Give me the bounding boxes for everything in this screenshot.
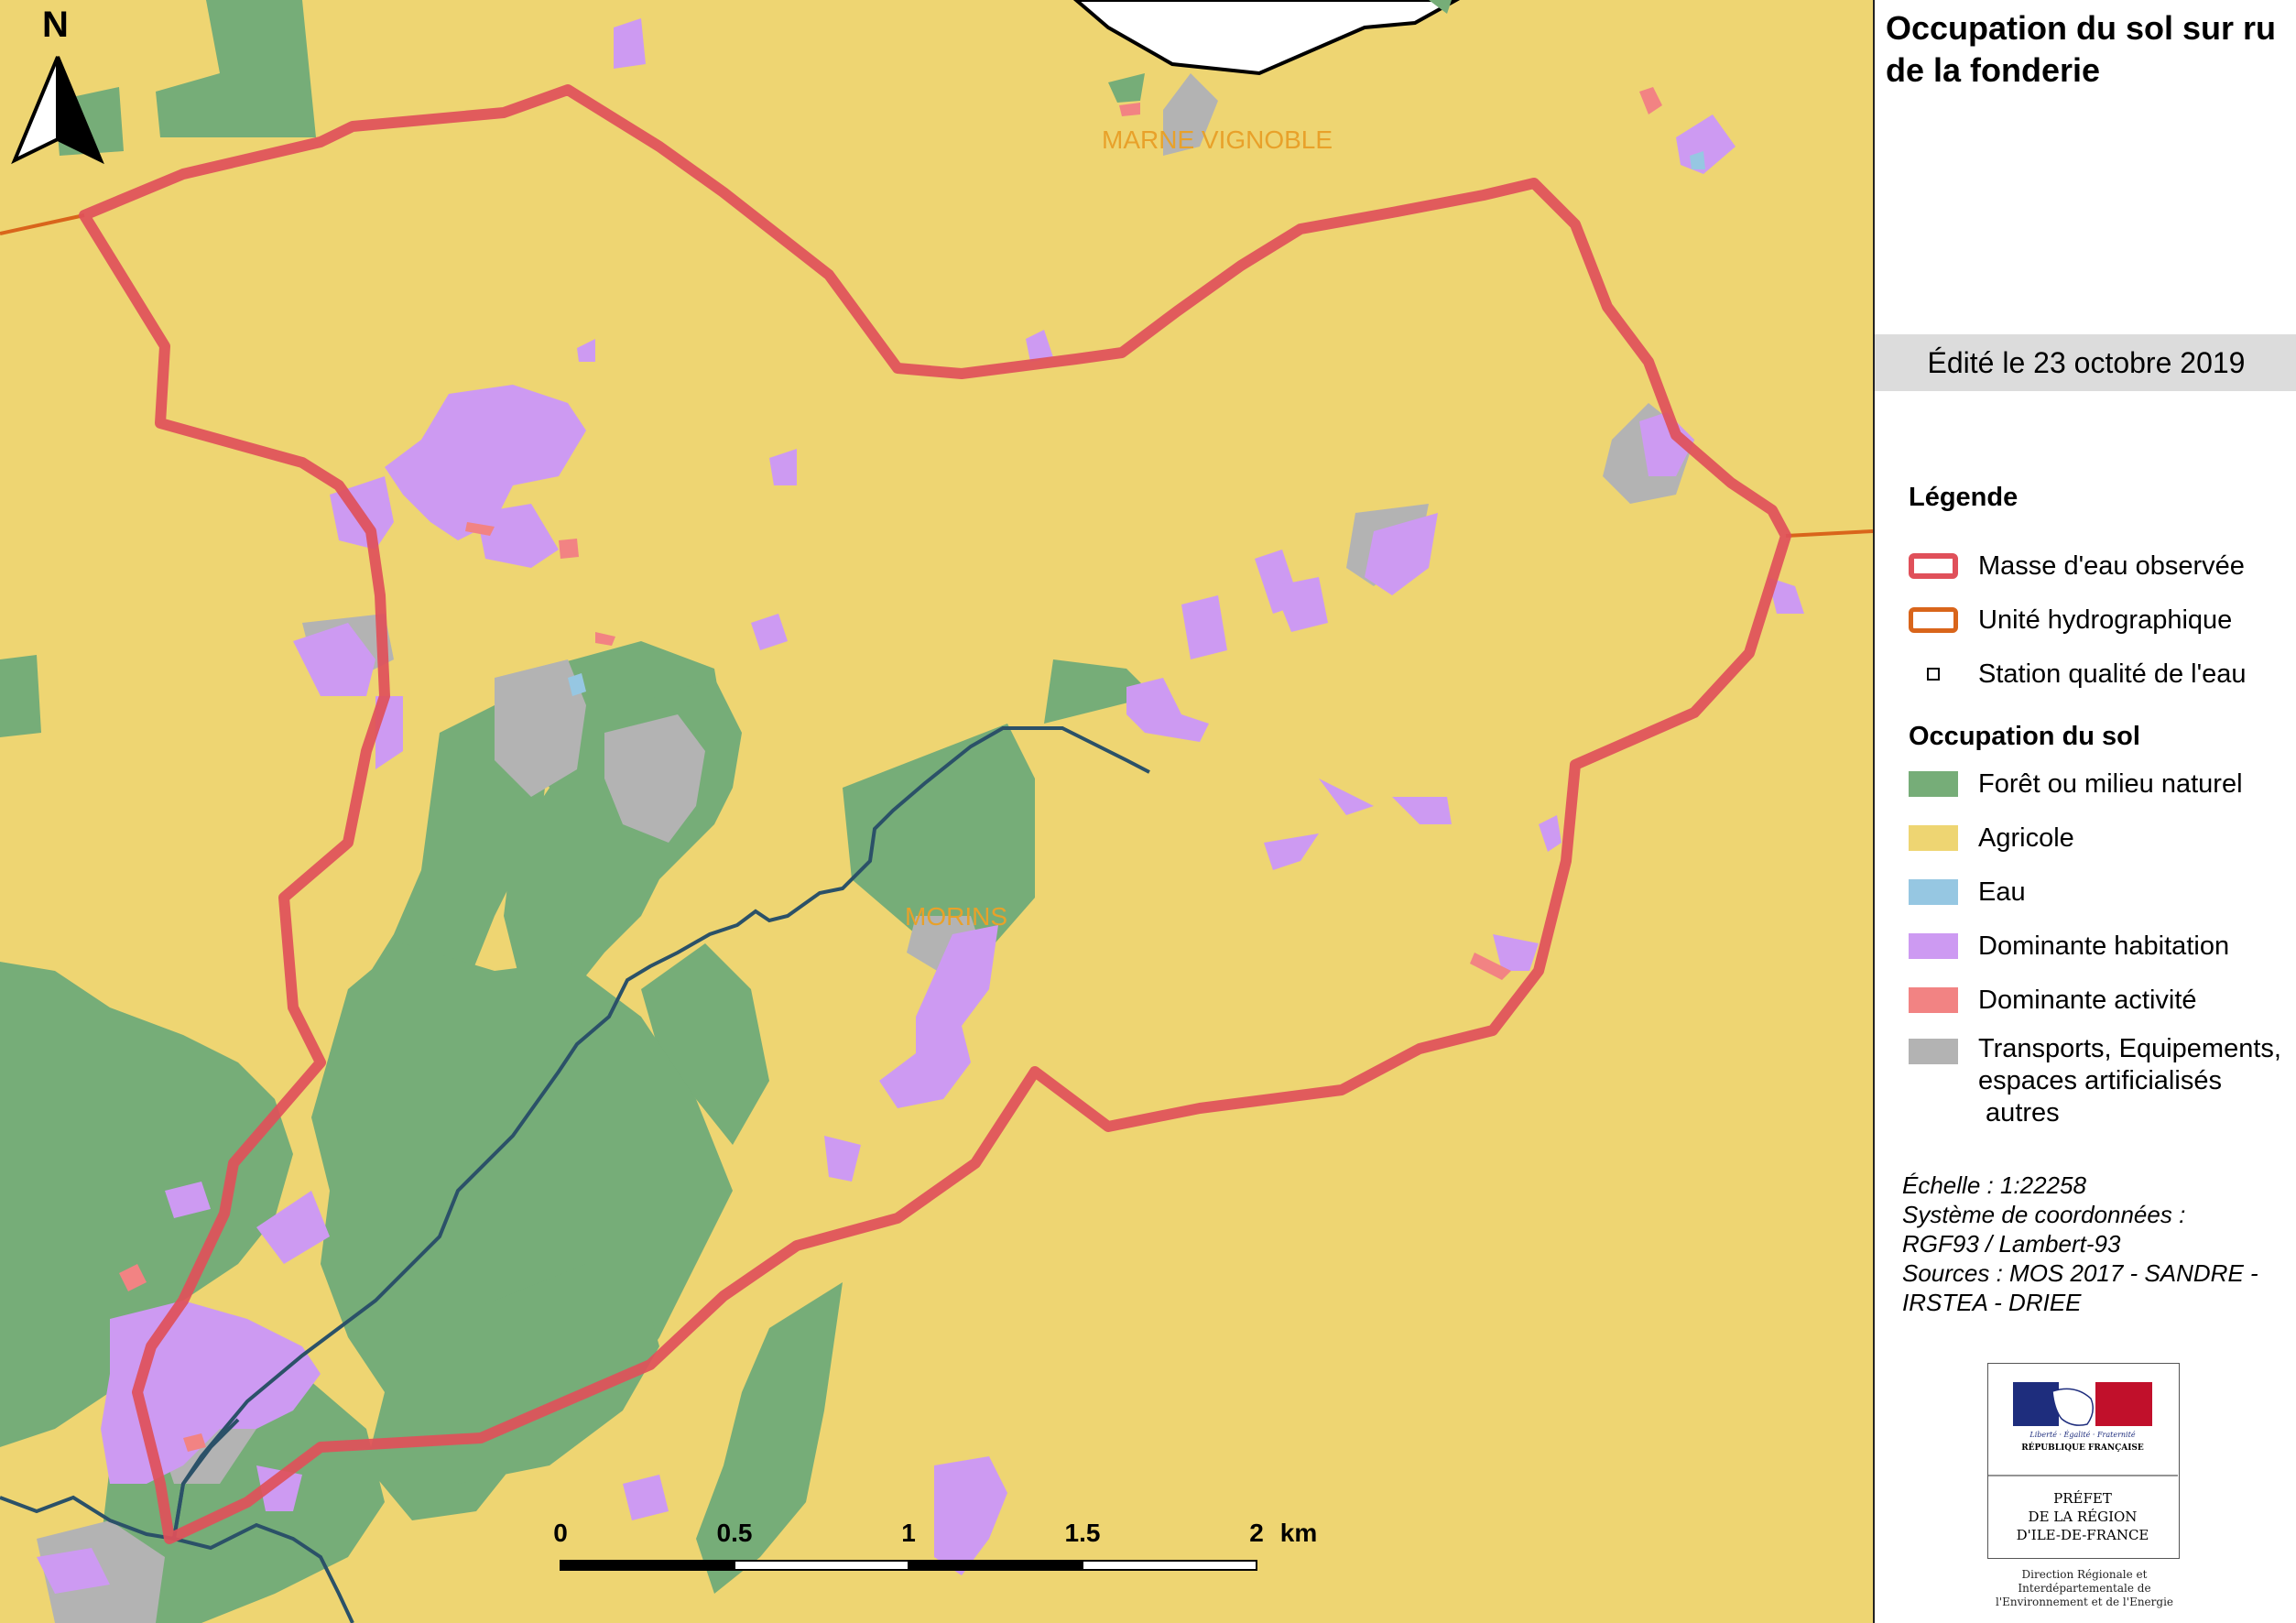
legend-item-activite: Dominante activité [1909, 980, 2197, 1020]
north-label: N [42, 5, 69, 45]
legend-item-agricole: Agricole [1909, 818, 2074, 858]
legend-label: Dominante habitation [1978, 931, 2230, 961]
logo-prefect-line: D'ILE-DE-FRANCE [2017, 1527, 2149, 1543]
map-canvas[interactable]: MARNE VIGNOBLE MORINS N 0 0.5 1 1.5 2 km [0, 0, 1873, 1623]
legend-label: Station qualité de l'eau [1978, 659, 2247, 689]
legend-item-eau: Eau [1909, 872, 2026, 912]
legend-label: Eau [1978, 877, 2026, 907]
legend-item-transports: Transports, Equipements, espaces artifici… [1909, 1033, 2281, 1134]
legend-label: Masse d'eau observée [1978, 550, 2245, 581]
scale-tick-label: 2 [1249, 1519, 1264, 1547]
scale-text: Échelle : 1:22258 [1902, 1171, 2086, 1199]
legend-label: Dominante activité [1978, 985, 2197, 1015]
crs-label: Système de coordonnées : [1902, 1201, 2186, 1228]
legend-item-unite-hydro: Unité hydrographique [1909, 600, 2232, 640]
crs-text: RGF93 / Lambert-93 [1902, 1230, 2121, 1258]
logo-caption: Direction Régionale et Interdépartementa… [1995, 1568, 2174, 1608]
logo-motto: Liberté · Égalité · Fraternité [2029, 1431, 2135, 1439]
legend-heading: Légende [1909, 483, 2019, 512]
legend-swatch [1909, 661, 1958, 687]
legend-label: Agricole [1978, 822, 2074, 853]
legend-swatch [1909, 553, 1958, 579]
sources-text: Sources : MOS 2017 - SANDRE - IRSTEA - D… [1902, 1259, 2258, 1316]
prefet-logo: Liberté · Égalité · Fraternité RÉPUBLIQU… [1987, 1363, 2180, 1559]
legend-item-station: Station qualité de l'eau [1909, 654, 2247, 694]
flag-red [2095, 1382, 2152, 1426]
scale-unit: km [1280, 1519, 1317, 1547]
landuse-heading: Occupation du sol [1909, 722, 2140, 751]
marianne-logo: Liberté · Égalité · Fraternité RÉPUBLIQU… [1988, 1382, 2178, 1543]
legend-item-masse-eau: Masse d'eau observée [1909, 546, 2245, 586]
scale-tick-label: 1 [901, 1519, 916, 1547]
logo-republic: RÉPUBLIQUE FRANÇAISE [2021, 1442, 2144, 1453]
scale-tick-label: 0.5 [717, 1519, 753, 1547]
legend-label-line: espaces artificialisés [1978, 1066, 2222, 1095]
forest-patch [0, 655, 41, 737]
scale-tick-label: 1.5 [1065, 1519, 1101, 1547]
legend-item-habitation: Dominante habitation [1909, 926, 2229, 966]
legend-swatch [1909, 879, 1958, 905]
logo-prefect-line: PRÉFET [2053, 1490, 2112, 1507]
logo-prefect-line: DE LA RÉGION [2029, 1509, 2138, 1525]
flag-blue [2013, 1382, 2059, 1426]
scale-segment [908, 1560, 1083, 1571]
map-metadata: Échelle : 1:22258 Système de coordonnées… [1902, 1171, 2287, 1317]
place-label-marne-vignoble: MARNE VIGNOBLE [1102, 125, 1333, 154]
legend-swatch [1909, 607, 1958, 633]
legend-label-line: Transports, Equipements, [1978, 1034, 2281, 1063]
scale-segment [560, 1560, 735, 1571]
edit-date: Édité le 23 octobre 2019 [1875, 334, 2296, 391]
legend-swatch [1909, 825, 1958, 851]
map-title: Occupation du sol sur ru de la fonderie [1886, 9, 2277, 89]
station-square-icon [1927, 668, 1940, 681]
legend-label: Unité hydrographique [1978, 605, 2233, 635]
scale-tick-label: 0 [553, 1519, 568, 1547]
map-view[interactable]: MARNE VIGNOBLE MORINS N 0 0.5 1 1.5 2 km [0, 0, 1873, 1623]
scale-segment [1082, 1560, 1257, 1571]
place-label-morins: MORINS [905, 902, 1007, 931]
legend-panel: Occupation du sol sur ru de la fonderie … [1873, 0, 2296, 1623]
scale-segment [734, 1560, 909, 1571]
legend-label-line: autres [1978, 1098, 2060, 1127]
legend-swatch [1909, 987, 1958, 1013]
activite-patch [559, 539, 579, 559]
legend-item-foret: Forêt ou milieu naturel [1909, 764, 2243, 804]
legend-swatch [1909, 1039, 1958, 1064]
legend-swatch [1909, 933, 1958, 959]
legend-label: Transports, Equipements, espaces artifici… [1978, 1033, 2281, 1129]
habitation-patch [614, 18, 646, 69]
legend-label: Forêt ou milieu naturel [1978, 768, 2243, 799]
legend-swatch [1909, 771, 1958, 797]
